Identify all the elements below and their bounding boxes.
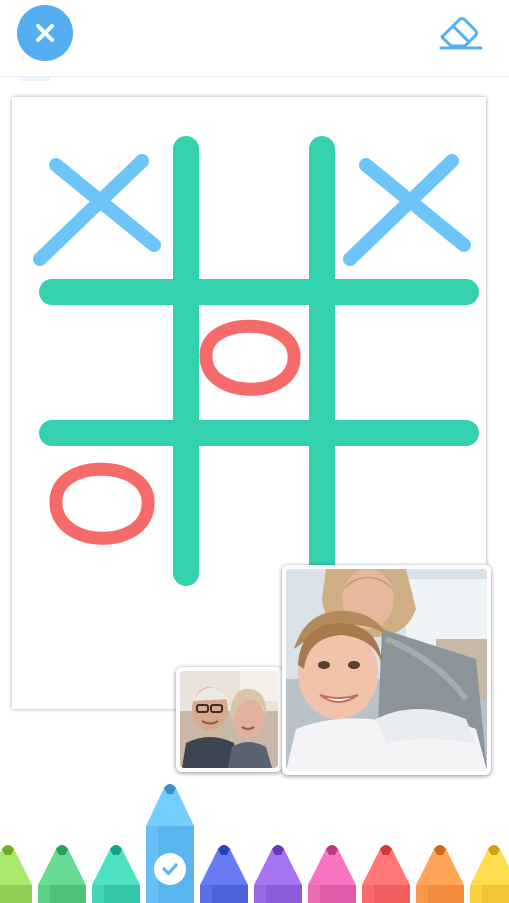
x-stroke	[33, 154, 149, 266]
crayon-indigo-icon	[200, 845, 248, 903]
crayon-teal-icon	[92, 845, 140, 903]
crayon-yellow-icon	[470, 845, 509, 903]
crayon-teal[interactable]	[88, 841, 144, 903]
crayon-orange-icon	[416, 845, 464, 903]
crayon-green-icon	[38, 845, 86, 903]
grandparents-video	[180, 671, 278, 768]
crayon-lime-icon	[0, 845, 32, 903]
crayon-purple[interactable]	[250, 841, 306, 903]
crayon-sky-blue[interactable]	[142, 780, 198, 903]
crayon-lime[interactable]	[0, 841, 36, 903]
crayon-yellow[interactable]	[466, 841, 509, 903]
close-button[interactable]	[17, 5, 73, 61]
crayon-indigo[interactable]	[196, 841, 252, 903]
crayon-magenta[interactable]	[304, 841, 360, 903]
x-stroke	[343, 154, 459, 266]
eraser-icon	[439, 17, 483, 50]
tic-tac-toe-drawing-screen	[0, 0, 509, 903]
close-icon	[36, 24, 54, 42]
crayon-purple-icon	[254, 845, 302, 903]
selected-check-icon	[154, 853, 186, 885]
crayon-red-icon	[362, 845, 410, 903]
top-bar	[0, 0, 509, 77]
remote-video-tile[interactable]	[282, 565, 491, 775]
eraser-button[interactable]	[437, 12, 485, 52]
crayon-green[interactable]	[34, 841, 90, 903]
crayon-palette	[0, 780, 509, 903]
mother-and-child-video	[286, 569, 487, 771]
x-mark-r0c0	[33, 154, 161, 266]
divider	[20, 77, 50, 81]
o-mark-r2c0	[49, 462, 155, 545]
crayon-orange[interactable]	[412, 841, 468, 903]
x-mark-r0c2	[343, 154, 471, 266]
crayon-magenta-icon	[308, 845, 356, 903]
self-video-tile[interactable]	[176, 667, 282, 772]
crayon-red[interactable]	[358, 841, 414, 903]
o-mark-r1c1	[199, 319, 301, 396]
